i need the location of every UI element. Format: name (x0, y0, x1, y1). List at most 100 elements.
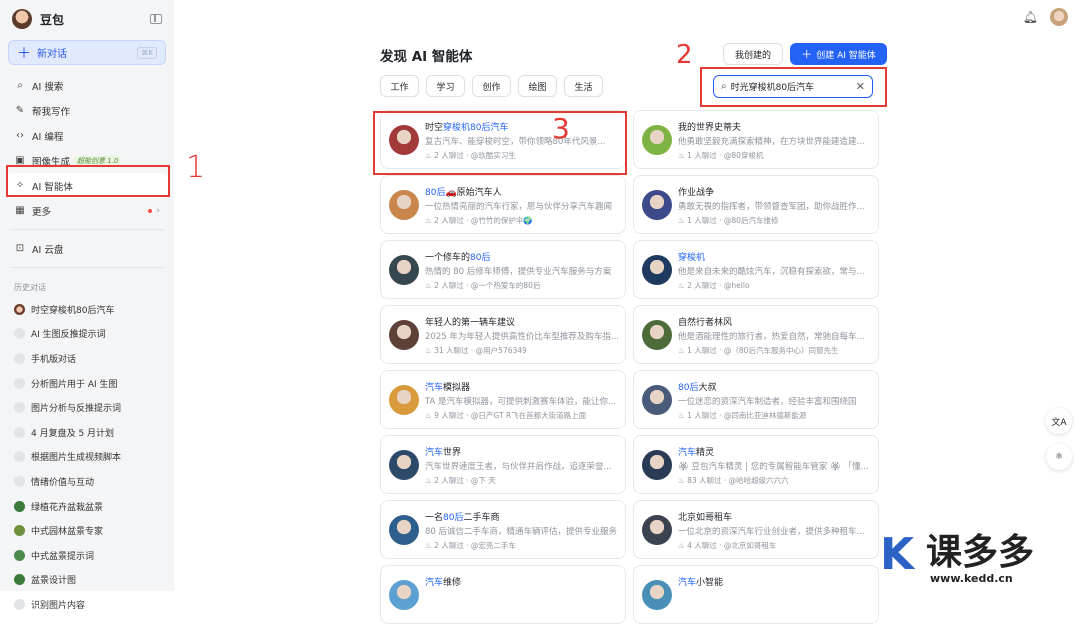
history-label: 识别图片内容 (31, 600, 86, 611)
history-item[interactable]: 图片分析与反推提示词 (0, 395, 174, 420)
nav-coding[interactable]: ‹› AI 编程 (6, 123, 168, 148)
pen-icon: ✎ (15, 105, 25, 116)
brand-name: 豆包 (40, 12, 65, 27)
agent-name: 一名80后二手车商 (425, 510, 499, 523)
my-created-button[interactable]: 我创建的 (723, 43, 783, 65)
agent-card[interactable]: 北京如哥租车 一位北京的资深汽车行业创业者，提供多种租车... ♨ 4 人聊过 · … (633, 500, 879, 559)
history-item[interactable]: 绿植花卉盆栽盆景 (0, 494, 174, 519)
history-item[interactable]: 手机版对话 (0, 346, 174, 371)
agent-avatar (642, 255, 672, 285)
agent-meta: ♨ 1 人聊过 · @（80后汽车服务中心）同窗先生 (678, 346, 839, 355)
agent-card[interactable]: 汽车精灵 🏵 豆包汽车精灵 | 您的专属智能车管家 🏵 「懂... ♨ 83 人聊过… (633, 435, 879, 494)
translate-icon[interactable]: 文A (1046, 408, 1072, 434)
category-tab[interactable]: 工作 (380, 75, 419, 97)
agent-description: 2025 年为年轻人提供高性价比车型推荐及购车指... (425, 332, 619, 342)
agent-name-part: 精灵 (696, 448, 715, 458)
annotation-number-3: 3 (552, 112, 570, 145)
agent-avatar (389, 190, 419, 220)
history-item[interactable]: 中式盆景提示词 (0, 543, 174, 568)
agent-name: 汽车小智能 (678, 575, 723, 588)
user-avatar[interactable] (1050, 8, 1068, 26)
search-icon: ⌕ (17, 80, 23, 91)
category-tab[interactable]: 学习 (426, 75, 465, 97)
collapse-sidebar-icon[interactable] (150, 14, 162, 24)
agent-card[interactable]: 汽车小智能 (633, 565, 879, 624)
nav-cloud[interactable]: ⊡ AI 云盘 (6, 236, 168, 261)
history-item[interactable]: 识别图片内容 (0, 592, 174, 617)
bell-icon[interactable]: 🔔︎ (1023, 10, 1038, 24)
agent-name-part: 世界 (443, 448, 462, 458)
chat-icon (14, 426, 25, 438)
clear-icon[interactable]: ✕ (856, 80, 865, 93)
nav-more[interactable]: ▦ 更多 › (6, 198, 168, 223)
agent-card[interactable]: 作业战争 勇敢无畏的指挥者，带领督查军团，助你战胜作... ♨ 1 人聊过 · @8… (633, 175, 879, 234)
agent-avatar (642, 385, 672, 415)
agent-description: 一位北京的资深汽车行业创业者，提供多种租车... (678, 527, 865, 537)
agent-avatar (642, 190, 672, 220)
agent-meta: ♨ 2 人聊过 · @竹竹的保护伞🌍 (425, 216, 533, 225)
history-item[interactable]: 中式园林盆景专家 (0, 518, 174, 543)
agent-card[interactable]: 穿梭机 他是来自未来的酷炫汽车，沉稳有探索欲，常与... ♨ 2 人聊过 · @he… (633, 240, 879, 299)
agent-card[interactable]: 一名80后二手车商 80 后诚信二手车商，精通车辆评估，提供专业服务 ♨ 2 人聊过… (380, 500, 626, 559)
agent-name: 一个修车的80后 (425, 250, 490, 263)
agent-card[interactable]: 汽车世界 汽车世界速度王者，与伙伴并肩作战，追逐荣誉... ♨ 2 人聊过 · @下… (380, 435, 626, 494)
annotation-number-2: 2 (676, 40, 693, 70)
agent-name: 80后大叔 (678, 380, 716, 393)
search-icon: ⌕ (721, 81, 727, 92)
history-item[interactable]: 分析图片用于 AI 生图 (0, 371, 174, 396)
agent-card[interactable]: 一个修车的80后 热情的 80 后修车师傅，提供专业汽车服务与方案 ♨ 2 人聊过 … (380, 240, 626, 299)
history-label: 图片分析与反推提示词 (31, 404, 122, 415)
agent-card[interactable]: 汽车模拟器 TA 是汽车模拟器，可提供刺激赛车体验，能让你... ♨ 9 人聊过 ·… (380, 370, 626, 429)
new-chat-label: 新对话 (37, 49, 67, 60)
agent-name: 北京如哥租车 (678, 510, 732, 523)
sidebar: 豆包 ＋ 新对话 ⌘K ⌕ AI 搜索 ✎ 帮我写作 ‹› AI 编程 ▣ 图像… (0, 0, 174, 611)
watermark-url: www.kedd.cn (930, 572, 1013, 585)
history-item[interactable]: 情绪价值与互动 (0, 469, 174, 494)
new-chat-button[interactable]: ＋ 新对话 ⌘K (8, 40, 166, 65)
agent-name-part: 模拟器 (443, 383, 471, 393)
chat-icon (14, 402, 25, 414)
history-item[interactable]: AI 生图反推提示词 (0, 322, 174, 347)
nav-label: 帮我写作 (32, 106, 71, 118)
agent-name-highlight: 汽车 (678, 578, 697, 588)
grid-icon: ▦ (15, 205, 25, 216)
create-agent-button[interactable]: ＋ 创建 AI 智能体 (790, 43, 887, 65)
history-label: 盆景设计图 (31, 576, 77, 587)
agent-name-highlight: 80后 (425, 188, 446, 198)
agent-card[interactable]: 年轻人的第一辆车建议 2025 年为年轻人提供高性价比车型推荐及购车指... ♨ 3… (380, 305, 626, 364)
agent-description: 汽车世界速度王者，与伙伴并肩作战，追逐荣誉... (425, 462, 612, 472)
agent-name-part: 北京如哥租车 (678, 513, 733, 523)
agent-description: 一位热情亮丽的汽车行家，愿与伙伴分享汽车趣闻 (425, 202, 613, 212)
nav-ai-search[interactable]: ⌕ AI 搜索 (6, 73, 168, 98)
agent-card[interactable]: 我的世界史蒂夫 他勇敢坚毅充满探索精神，在方块世界能建造建... ♨ 1 人聊过 ·… (633, 110, 879, 169)
history-item[interactable]: 盆景设计图 (0, 568, 174, 593)
category-tab[interactable]: 创作 (472, 75, 511, 97)
nav-writing[interactable]: ✎ 帮我写作 (6, 98, 168, 123)
agent-card[interactable]: 汽车维修 (380, 565, 626, 624)
history-item[interactable]: 4 月复盘及 5 月计划 (0, 420, 174, 445)
search-input[interactable]: ⌕ 时光穿梭机80后汽车 ✕ (713, 75, 873, 98)
agent-card[interactable]: 80后大叔 一位迷恋的资深汽车制造者，经验丰富和围绕国 ♨ 1 人聊过 · @同南比… (633, 370, 879, 429)
annotation-box-1 (6, 165, 170, 197)
agent-card[interactable]: 80后🚗原始汽车人 一位热情亮丽的汽车行家，愿与伙伴分享汽车趣闻 ♨ 2 人聊过 ·… (380, 175, 626, 234)
agent-avatar (14, 525, 25, 537)
history-item[interactable]: 根据图片生成视频脚本 (0, 445, 174, 470)
category-tab[interactable]: 生活 (564, 75, 603, 97)
agent-description: TA 是汽车模拟器，可提供刺激赛车体验，能让你... (425, 397, 617, 407)
annotation-box-3 (373, 111, 627, 175)
agent-card[interactable]: 自然行者林风 他是酒能理性的旅行者，热爱自然，常驰自每车... ♨ 1 人聊过 · … (633, 305, 879, 364)
ai-tools-icon[interactable]: ⚛ (1046, 444, 1072, 470)
category-tab[interactable]: 绘图 (518, 75, 557, 97)
notification-dot (148, 208, 153, 213)
agent-name: 穿梭机 (678, 250, 705, 263)
agent-avatar (642, 125, 672, 155)
agent-meta: ♨ 9 人聊过 · @日产GT R飞在首都大街道路上面 (425, 411, 587, 420)
agent-name: 自然行者林风 (678, 315, 732, 328)
divider (10, 229, 164, 230)
agent-name-part: 二手车商 (463, 513, 500, 523)
history-item[interactable]: 时空穿梭机80后汽车 (0, 297, 174, 322)
history-label: 4 月复盘及 5 月计划 (31, 428, 115, 439)
agent-name: 汽车维修 (425, 575, 461, 588)
history-title: 历史对话 (14, 283, 46, 292)
history-label: 分析图片用于 AI 生图 (31, 379, 118, 390)
